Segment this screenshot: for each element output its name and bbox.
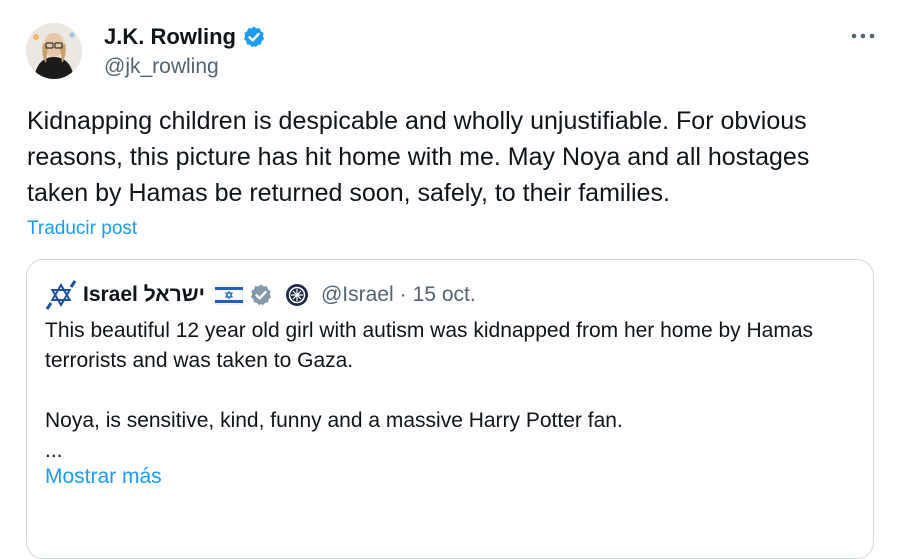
- author-handle[interactable]: @jk_rowling: [104, 55, 219, 79]
- israel-flag-icon: [214, 285, 243, 305]
- verified-badge-icon[interactable]: [242, 25, 266, 49]
- quoted-body-ellipsis: ...: [45, 439, 63, 462]
- author-name-row[interactable]: J.K. Rowling: [104, 24, 266, 50]
- tweet-text: Kidnapping children is despicable and wh…: [27, 107, 810, 207]
- quoted-handle[interactable]: @Israel: [321, 283, 394, 307]
- profile-photo-avatar: [26, 23, 82, 79]
- translate-post-link[interactable]: Traducir post: [27, 218, 137, 240]
- quoted-tweet-body: This beautiful 12 year old girl with aut…: [45, 316, 855, 466]
- author-avatar[interactable]: [26, 23, 82, 79]
- israel-star-avatar-icon[interactable]: [45, 279, 77, 311]
- more-horizontal-icon: [851, 33, 875, 39]
- quoted-date[interactable]: 15 oct.: [413, 283, 476, 307]
- show-more-link[interactable]: Mostrar más: [45, 465, 162, 489]
- quoted-tweet-card[interactable]: Israel ישראל @Israel · 15 oct. This beau…: [26, 259, 874, 559]
- quoted-tweet-header: Israel ישראל @Israel · 15 oct.: [45, 279, 476, 311]
- more-options-button[interactable]: [846, 26, 880, 46]
- author-display-name[interactable]: J.K. Rowling: [104, 24, 236, 50]
- gray-verified-badge-icon[interactable]: [249, 283, 273, 307]
- separator-dot: ·: [399, 283, 407, 306]
- quoted-body-line: This beautiful 12 year old girl with aut…: [45, 319, 814, 372]
- quoted-body-line: Noya, is sensitive, kind, funny and a ma…: [45, 409, 623, 432]
- government-emblem-icon[interactable]: [285, 283, 309, 307]
- quoted-display-name[interactable]: Israel ישראל: [83, 283, 205, 307]
